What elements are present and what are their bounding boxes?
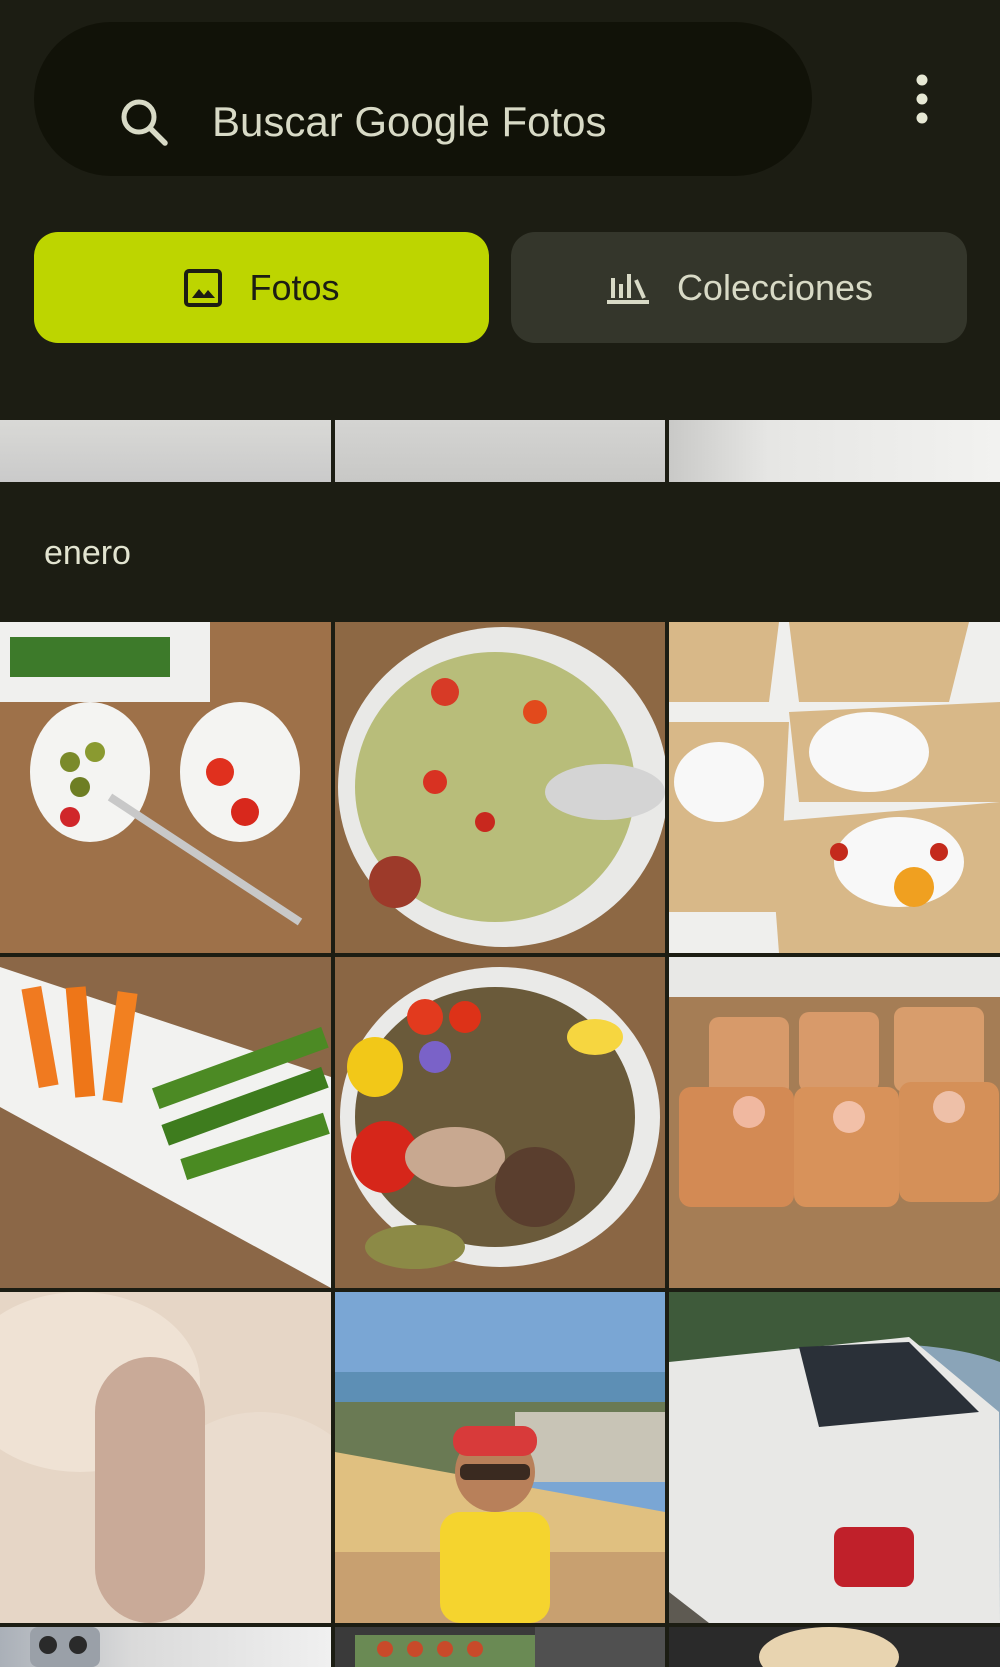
photo-thumbnail[interactable]	[0, 420, 331, 482]
search-icon	[121, 99, 168, 146]
tab-photos[interactable]: Fotos	[34, 232, 489, 343]
more-vert-icon[interactable]	[900, 70, 940, 130]
photo-thumbnail[interactable]	[0, 1292, 331, 1623]
photo-thumbnail[interactable]	[0, 957, 331, 1288]
photo-thumbnail[interactable]	[669, 957, 1000, 1288]
photo-thumbnail[interactable]	[335, 1292, 665, 1623]
food-bowls-image	[0, 622, 331, 953]
grilled-vegetables-image	[335, 957, 665, 1288]
photo-thumbnail[interactable]	[335, 420, 665, 482]
photo-thumbnail[interactable]	[335, 957, 665, 1288]
tab-collections[interactable]: Colecciones	[511, 232, 967, 343]
search-bar[interactable]: Buscar Google Fotos	[34, 22, 812, 176]
skin-closeup-image	[0, 1292, 331, 1623]
collections-icon	[606, 273, 649, 304]
search-placeholder: Buscar Google Fotos	[212, 98, 607, 145]
photo-thumbnail[interactable]	[0, 622, 331, 953]
photo-thumbnail[interactable]	[335, 1627, 665, 1667]
tab-photos-label: Fotos	[249, 266, 340, 308]
phone-image	[30, 1627, 100, 1667]
image-icon	[184, 268, 223, 307]
appetizers-image	[669, 622, 1000, 953]
dessert-image	[669, 1627, 1000, 1667]
pasta-salad-image	[335, 622, 665, 953]
white-car-image	[669, 1292, 1000, 1623]
photo-thumbnail[interactable]	[669, 420, 1000, 482]
top-app-bar: Buscar Google Fotos Fotos Colecciones	[0, 0, 1000, 420]
photo-thumbnail[interactable]	[669, 1627, 1000, 1667]
section-date-header: enero	[44, 534, 131, 572]
photo-thumbnail[interactable]	[669, 1292, 1000, 1623]
shrimp-cocktail-cups-image	[669, 957, 1000, 1288]
child-city-view-image	[335, 1292, 665, 1623]
tab-collections-label: Colecciones	[676, 266, 874, 308]
vegetable-platter-image	[0, 957, 331, 1288]
photo-thumbnail[interactable]	[669, 622, 1000, 953]
photo-thumbnail[interactable]	[335, 622, 665, 953]
photo-thumbnail[interactable]	[0, 1627, 331, 1667]
food-tray-image	[355, 1627, 665, 1667]
